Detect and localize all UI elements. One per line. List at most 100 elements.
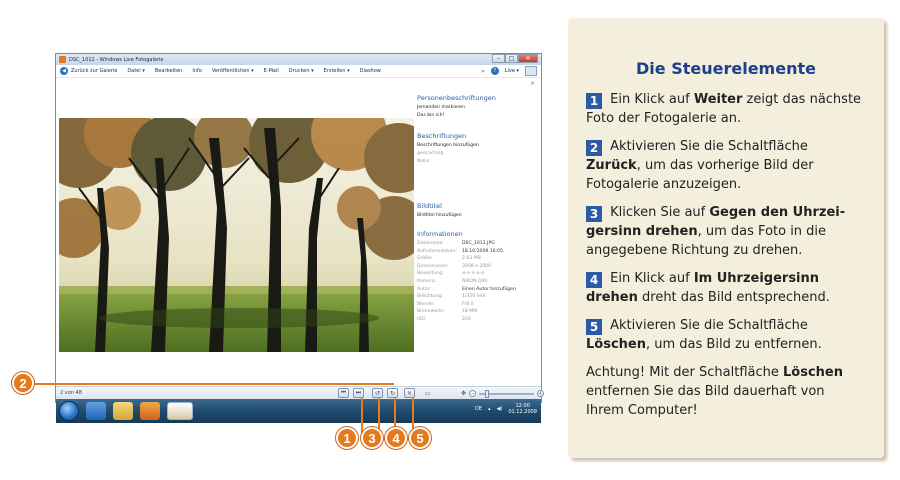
tag-value: Natur <box>417 159 430 164</box>
step-keyword: Zurück <box>586 158 637 173</box>
minimize-button[interactable]: – <box>492 54 505 63</box>
rating-stars[interactable]: ☆☆☆☆☆ <box>462 271 485 276</box>
control-bar: 2 von 48 ⏮ ⏭ ↺ ↻ ✕ ▭ ✥ − + <box>56 386 545 399</box>
info-row: Kamera: NIKON D40 <box>417 279 537 284</box>
menu-slideshow[interactable]: Diashow <box>360 68 381 74</box>
info-key: Bewertung: <box>417 271 444 277</box>
callout-line <box>24 383 394 385</box>
step-text: Ein Klick auf <box>606 92 694 107</box>
info-value: DSC_1012.JPG <box>462 241 495 246</box>
info-key: Dimensionen: <box>417 263 449 269</box>
info-key: Brennweite: <box>417 309 445 315</box>
window-title: DSC_1012 - Windows Live Fotogalerie <box>69 56 164 63</box>
add-author-link[interactable]: Einen Autor hinzufügen <box>462 287 516 292</box>
info-key: Aufnahmedatum: <box>417 248 458 254</box>
internet-explorer-icon[interactable] <box>86 402 106 420</box>
overflow-icon[interactable]: » <box>481 68 485 75</box>
next-button[interactable]: ⏭ <box>353 388 364 398</box>
help-icon[interactable]: ? <box>490 67 499 75</box>
info-row: Autor: Einen Autor hinzufügen <box>417 287 537 292</box>
menu-edit[interactable]: Bearbeiten <box>155 68 182 74</box>
info-value: 1/320 Sek. <box>462 294 487 300</box>
add-tags-link[interactable]: Beschriftungen hinzufügen <box>417 143 537 148</box>
forest-photo <box>59 118 414 352</box>
step-number: 3 <box>586 206 602 222</box>
thumbnail-view-icon[interactable] <box>525 66 537 76</box>
info-row: ISO: 200 <box>417 317 537 322</box>
app-icon <box>59 56 66 63</box>
info-value: NIKON D40 <box>462 278 488 284</box>
back-to-gallery-button[interactable]: ◀ Zurück zur Galerie <box>60 67 117 75</box>
info-key: Größe: <box>417 256 433 262</box>
clock[interactable]: 12:00 01.12.2009 <box>508 403 537 415</box>
live-menu[interactable]: Live ▾ <box>505 68 519 74</box>
info-row: Brennweite: 18 MM <box>417 309 537 314</box>
close-button[interactable]: ✕ <box>518 54 538 63</box>
step-text: Aktivieren Sie die Schaltfläche <box>606 139 808 154</box>
warning-text: entfernen Sie das Bild dauerhaft von Ihr… <box>586 384 825 418</box>
this-is-me-link[interactable]: Das bin ich! <box>417 113 537 118</box>
info-sidebar: Personenbeschriftungen Jemanden markiere… <box>417 94 537 325</box>
add-caption-link[interactable]: Bildtitel hinzufügen <box>417 213 537 218</box>
caption-heading: Bildtitel <box>417 202 442 210</box>
warning-note: Achtung! Mit der Schaltfläche Löschen en… <box>568 363 884 420</box>
step-1: 1 Ein Klick auf Weiter zeigt das nächste… <box>568 90 884 128</box>
menu-info[interactable]: Info <box>192 68 201 74</box>
volume-icon[interactable]: ◀) <box>497 406 503 412</box>
tags-heading: Beschriftungen <box>417 132 467 140</box>
info-row: Aufnahmedatum: 18.10.2009 16:05 <box>417 249 537 254</box>
callout-5: 5 <box>409 427 431 449</box>
title-bar: DSC_1012 - Windows Live Fotogalerie – □ … <box>56 54 541 65</box>
slideshow-icon[interactable]: ▭ <box>422 388 433 398</box>
language-indicator[interactable]: DE <box>475 406 482 412</box>
delete-button[interactable]: ✕ <box>404 388 415 398</box>
info-key: Kamera: <box>417 278 437 284</box>
zoom-slider[interactable] <box>479 389 535 398</box>
info-row: Dimensionen: 3008 x 2000 <box>417 264 537 269</box>
step-text: dreht das Bild entsprechend. <box>637 290 830 305</box>
info-key: Blende: <box>417 301 435 307</box>
window-controls: – □ ✕ <box>492 54 538 63</box>
back-arrow-icon: ◀ <box>60 67 68 75</box>
menu-publish[interactable]: Veröffentlichen ▾ <box>212 68 254 74</box>
callout-2: 2 <box>12 372 34 394</box>
previous-button[interactable]: ⏮ <box>338 388 349 398</box>
menu-create[interactable]: Erstellen ▾ <box>324 68 350 74</box>
step-number: 1 <box>586 93 602 109</box>
fit-icon[interactable]: ✥ <box>461 390 466 397</box>
photo-gallery-taskbar-icon[interactable] <box>167 402 193 420</box>
info-key: ISO: <box>417 316 427 322</box>
information-heading: Informationen <box>417 230 463 238</box>
rotate-counterclockwise-button[interactable]: ↺ <box>372 388 383 398</box>
rotate-clockwise-button[interactable]: ↻ <box>387 388 398 398</box>
info-value: 18 MM <box>462 309 478 315</box>
menu-file[interactable]: Datei ▾ <box>127 68 144 74</box>
photo-view <box>59 118 414 352</box>
menu-bar: ◀ Zurück zur Galerie Datei ▾ Bearbeiten … <box>56 65 541 78</box>
explorer-folder-icon[interactable] <box>113 402 133 420</box>
step-number: 5 <box>586 319 602 335</box>
close-pane-icon[interactable]: × <box>530 80 535 87</box>
maximize-button[interactable]: □ <box>505 54 518 63</box>
clock-date: 01.12.2009 <box>508 409 537 415</box>
photo-counter: 2 von 48 <box>60 390 82 396</box>
tray-expand-icon[interactable]: ▴ <box>488 406 491 412</box>
tag-someone-link[interactable]: Jemanden markieren <box>417 105 537 110</box>
zoom-out-icon[interactable]: − <box>469 390 477 397</box>
zoom-control: ✥ − + <box>461 389 545 398</box>
tag-value: geocaching <box>417 151 444 156</box>
menu-print[interactable]: Drucken ▾ <box>289 68 314 74</box>
zoom-in-icon[interactable]: + <box>537 390 545 397</box>
media-player-icon[interactable] <box>140 402 160 420</box>
info-row: Blende: F/8.0 <box>417 302 537 307</box>
back-to-gallery-label: Zurück zur Galerie <box>71 68 118 74</box>
callout-4: 4 <box>385 427 407 449</box>
start-button[interactable] <box>59 401 79 421</box>
step-text: Aktivieren Sie die Schaltfläche <box>606 318 808 333</box>
step-keyword: Löschen <box>586 337 646 352</box>
info-value: 18.10.2009 16:05 <box>462 248 504 254</box>
menu-email[interactable]: E-Mail <box>264 68 279 74</box>
zoom-slider-handle[interactable] <box>485 389 490 398</box>
step-4: 4 Ein Klick auf Im Uhrzeigersinn drehen … <box>568 269 884 307</box>
step-text: Ein Klick auf <box>606 271 694 286</box>
